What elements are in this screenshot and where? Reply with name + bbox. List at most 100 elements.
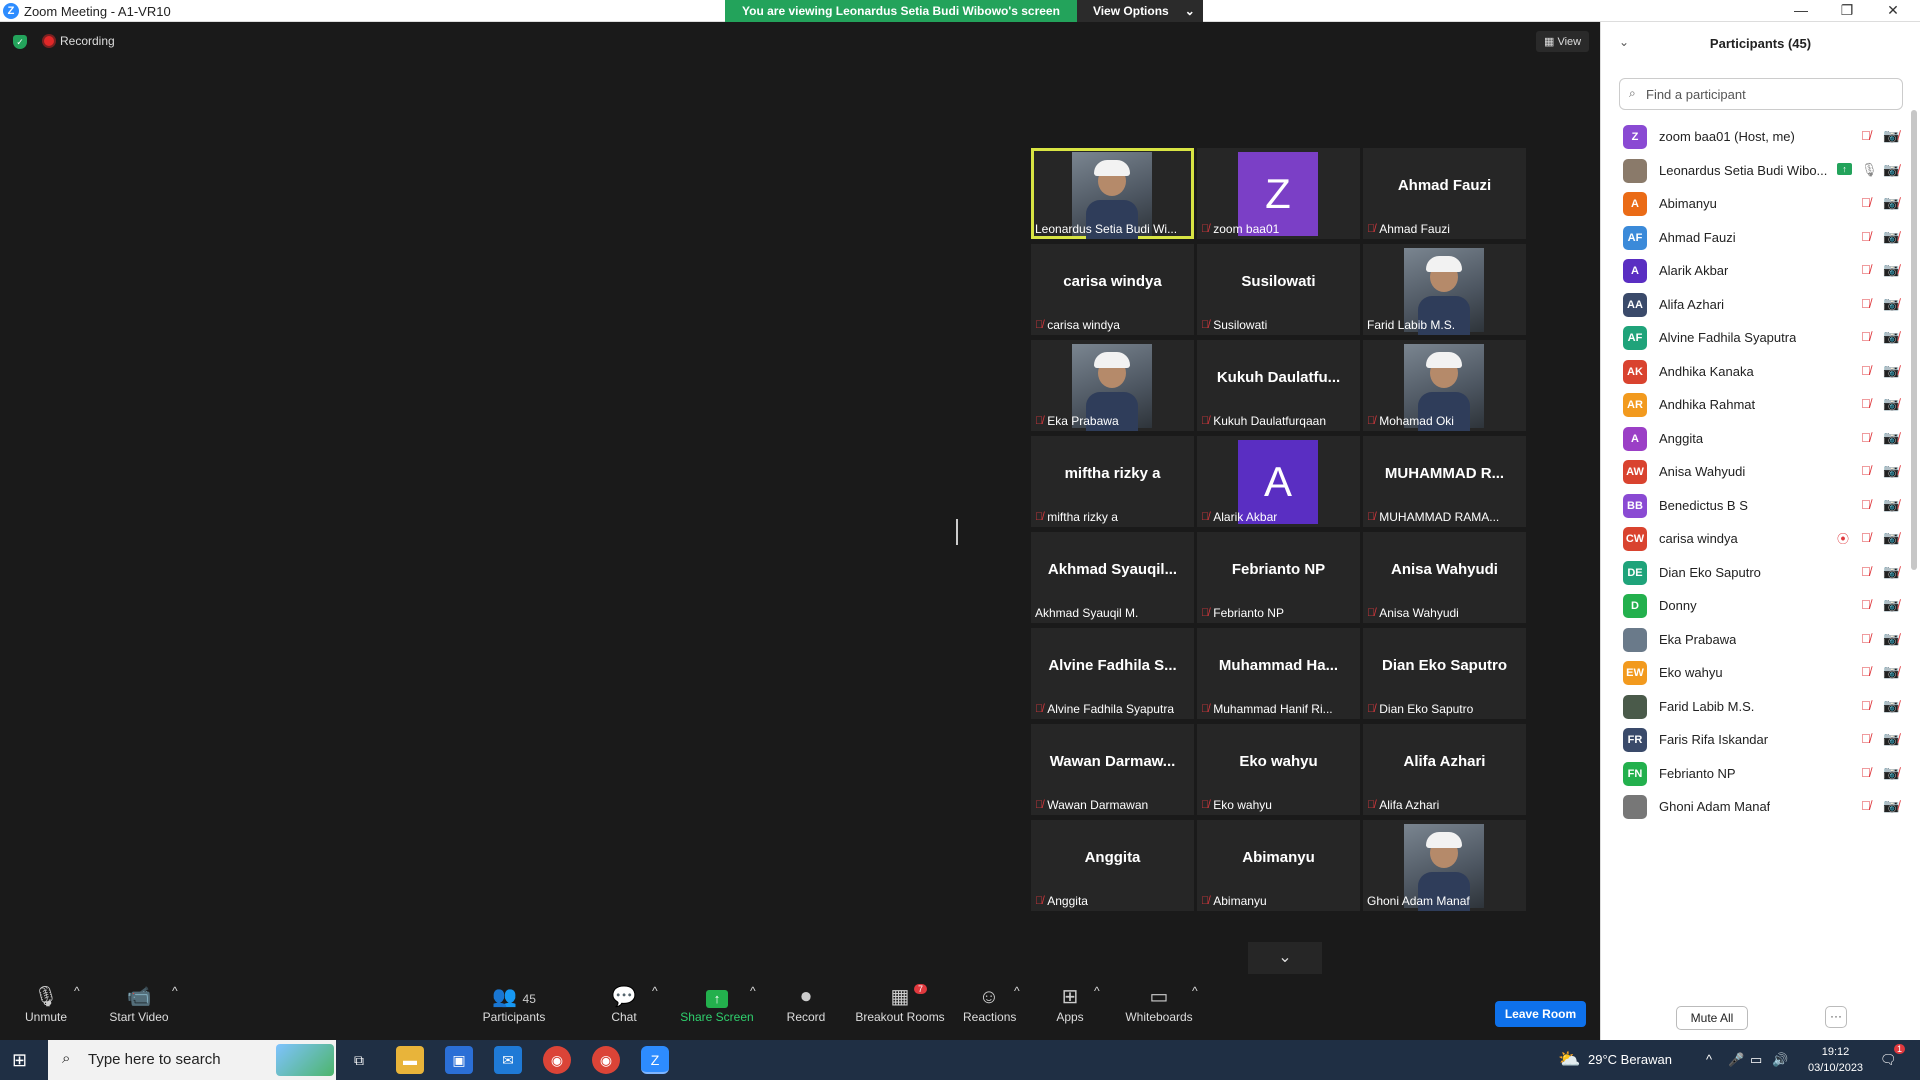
task-view-icon[interactable]: ⧉ xyxy=(345,1046,373,1074)
muted-mic-icon[interactable]: 🎙̸ xyxy=(1861,195,1871,210)
video-off-icon[interactable]: 📷̸ xyxy=(1883,765,1899,781)
whiteboard-options-caret[interactable]: ^ xyxy=(1192,984,1198,998)
video-tile[interactable]: Anggita 🎙̸ Anggita xyxy=(1031,820,1194,911)
video-off-icon[interactable]: 📷̸ xyxy=(1883,195,1899,211)
video-tile[interactable]: carisa windya 🎙̸ carisa windya xyxy=(1031,244,1194,335)
muted-mic-icon[interactable]: 🎙̸ xyxy=(1861,329,1871,344)
video-off-icon[interactable]: 📷̸ xyxy=(1883,396,1899,412)
video-off-icon[interactable]: 📷̸ xyxy=(1883,363,1899,379)
muted-mic-icon[interactable]: 🎙̸ xyxy=(1861,128,1871,143)
file-explorer-icon[interactable]: ▬ xyxy=(396,1046,424,1074)
mute-all-button[interactable]: Mute All xyxy=(1676,1006,1748,1030)
video-tile[interactable]: Leonardus Setia Budi Wi... xyxy=(1031,148,1194,239)
taskbar-clock[interactable]: 19:12 03/10/2023 xyxy=(1808,1044,1863,1076)
video-tile[interactable]: 🎙̸ Eka Prabawa xyxy=(1031,340,1194,431)
muted-mic-icon[interactable]: 🎙̸ xyxy=(1861,698,1871,713)
video-tile[interactable]: Eko wahyu 🎙̸ Eko wahyu xyxy=(1197,724,1360,815)
muted-mic-icon[interactable]: 🎙̸ xyxy=(1861,765,1871,780)
minimize-button[interactable]: — xyxy=(1778,0,1824,22)
recording-indicator[interactable]: Recording xyxy=(44,34,115,48)
next-page-button[interactable]: ⌄ xyxy=(1248,942,1322,974)
video-tile[interactable]: Ghoni Adam Manaf xyxy=(1363,820,1526,911)
video-off-icon[interactable]: 📷̸ xyxy=(1883,530,1899,546)
video-off-icon[interactable]: 📷̸ xyxy=(1883,162,1899,178)
video-tile[interactable]: Akhmad Syauqil... Akhmad Syauqil M. xyxy=(1031,532,1194,623)
muted-mic-icon[interactable]: 🎙̸ xyxy=(1861,396,1871,411)
video-off-icon[interactable]: 📷̸ xyxy=(1883,731,1899,747)
unmute-button[interactable]: 🎙 Unmute xyxy=(20,984,72,1024)
video-tile[interactable]: Febrianto NP 🎙̸ Febrianto NP xyxy=(1197,532,1360,623)
video-off-icon[interactable]: 📷̸ xyxy=(1883,597,1899,613)
video-off-icon[interactable]: 📷̸ xyxy=(1883,329,1899,345)
leave-room-button[interactable]: Leave Room xyxy=(1495,1001,1586,1027)
muted-mic-icon[interactable]: 🎙̸ xyxy=(1861,664,1871,679)
video-tile[interactable]: 🎙̸ Mohamad Oki xyxy=(1363,340,1526,431)
breakout-rooms-button[interactable]: ▦ 7 Breakout Rooms xyxy=(855,984,945,1024)
chrome-icon[interactable]: ◉ xyxy=(543,1046,571,1074)
store-icon[interactable]: ▣ xyxy=(445,1046,473,1074)
muted-mic-icon[interactable]: 🎙̸ xyxy=(1861,229,1871,244)
more-options-button[interactable]: ··· xyxy=(1825,1006,1847,1028)
muted-mic-icon[interactable]: 🎙̸ xyxy=(1861,497,1871,512)
video-tile[interactable]: Anisa Wahyudi 🎙̸ Anisa Wahyudi xyxy=(1363,532,1526,623)
video-tile[interactable]: A 🎙̸ Alarik Akbar xyxy=(1197,436,1360,527)
volume-icon[interactable]: 🔊 xyxy=(1772,1052,1788,1068)
muted-mic-icon[interactable]: 🎙̸ xyxy=(1861,463,1871,478)
share-options-caret[interactable]: ^ xyxy=(750,984,756,998)
restore-button[interactable]: ❐ xyxy=(1824,0,1870,22)
participants-button[interactable]: 👥 45 Participants xyxy=(481,984,547,1024)
video-tile[interactable]: Susilowati 🎙̸ Susilowati xyxy=(1197,244,1360,335)
participant-list-scrollbar[interactable] xyxy=(1911,110,1917,570)
close-window-button[interactable]: ✕ xyxy=(1870,0,1916,22)
video-off-icon[interactable]: 📷̸ xyxy=(1883,798,1899,814)
muted-mic-icon[interactable]: 🎙̸ xyxy=(1861,363,1871,378)
video-tile[interactable]: Ahmad Fauzi 🎙̸ Ahmad Fauzi xyxy=(1363,148,1526,239)
apps-button[interactable]: ⊞ Apps xyxy=(1054,984,1086,1024)
video-off-icon[interactable]: 📷̸ xyxy=(1883,497,1899,513)
video-off-icon[interactable]: 📷̸ xyxy=(1883,229,1899,245)
video-tile[interactable]: Alifa Azhari 🎙̸ Alifa Azhari xyxy=(1363,724,1526,815)
chat-options-caret[interactable]: ^ xyxy=(652,984,658,998)
windows-start-icon[interactable]: ⊞ xyxy=(12,1050,32,1070)
video-tile[interactable]: Abimanyu 🎙̸ Abimanyu xyxy=(1197,820,1360,911)
audio-options-caret[interactable]: ^ xyxy=(74,984,80,998)
participant-search-input[interactable]: ⌕ Find a participant xyxy=(1619,78,1903,110)
muted-mic-icon[interactable]: 🎙̸ xyxy=(1861,564,1871,579)
video-tile[interactable]: miftha rizky a 🎙̸ miftha rizky a xyxy=(1031,436,1194,527)
weather-text[interactable]: 29°C Berawan xyxy=(1588,1052,1672,1067)
muted-mic-icon[interactable]: 🎙̸ xyxy=(1861,631,1871,646)
muted-mic-icon[interactable]: 🎙̸ xyxy=(1861,597,1871,612)
muted-mic-icon[interactable]: 🎙̸ xyxy=(1861,262,1871,277)
video-off-icon[interactable]: 📷̸ xyxy=(1883,664,1899,680)
video-tile[interactable]: Kukuh Daulatfu... 🎙̸ Kukuh Daulatfurqaan xyxy=(1197,340,1360,431)
whiteboards-button[interactable]: ▭ Whiteboards xyxy=(1124,984,1194,1024)
start-video-button[interactable]: 📹 Start Video xyxy=(106,984,172,1024)
split-divider-handle[interactable] xyxy=(956,519,958,545)
video-off-icon[interactable]: 📷̸ xyxy=(1883,463,1899,479)
muted-mic-icon[interactable]: 🎙̸ xyxy=(1861,798,1871,813)
video-options-caret[interactable]: ^ xyxy=(172,984,178,998)
show-hidden-icons[interactable]: ^ xyxy=(1706,1052,1712,1067)
view-options-button[interactable]: View Options ⌄ xyxy=(1076,0,1203,22)
apps-options-caret[interactable]: ^ xyxy=(1094,984,1100,998)
record-button[interactable]: ⏺ Record xyxy=(786,984,826,1024)
video-off-icon[interactable]: 📷̸ xyxy=(1883,631,1899,647)
mic-icon[interactable]: 🎙 xyxy=(1861,162,1878,178)
video-tile[interactable]: Muhammad Ha... 🎙̸ Muhammad Hanif Ri... xyxy=(1197,628,1360,719)
mail-icon[interactable]: ✉ xyxy=(494,1046,522,1074)
video-tile[interactable]: Z 🎙̸ zoom baa01 xyxy=(1197,148,1360,239)
microphone-tray-icon[interactable]: 🎤 xyxy=(1728,1052,1744,1068)
video-off-icon[interactable]: 📷̸ xyxy=(1883,430,1899,446)
video-tile[interactable]: Farid Labib M.S. xyxy=(1363,244,1526,335)
video-tile[interactable]: Wawan Darmaw... 🎙̸ Wawan Darmawan xyxy=(1031,724,1194,815)
view-button[interactable]: ▦ View xyxy=(1536,31,1590,52)
notification-center-icon[interactable]: 🗨 xyxy=(1880,1052,1897,1068)
video-off-icon[interactable]: 📷̸ xyxy=(1883,698,1899,714)
chat-button[interactable]: 💬 Chat xyxy=(607,984,641,1024)
video-tile[interactable]: Dian Eko Saputro 🎙̸ Dian Eko Saputro xyxy=(1363,628,1526,719)
video-off-icon[interactable]: 📷̸ xyxy=(1883,128,1899,144)
participant-row[interactable]: Ghoni Adam Manaf 🎙̸ 📷̸ xyxy=(1601,787,1907,828)
security-shield-icon[interactable]: ✓ xyxy=(13,35,27,49)
zoom-taskbar-icon[interactable]: Z xyxy=(641,1046,669,1074)
muted-mic-icon[interactable]: 🎙̸ xyxy=(1861,296,1871,311)
